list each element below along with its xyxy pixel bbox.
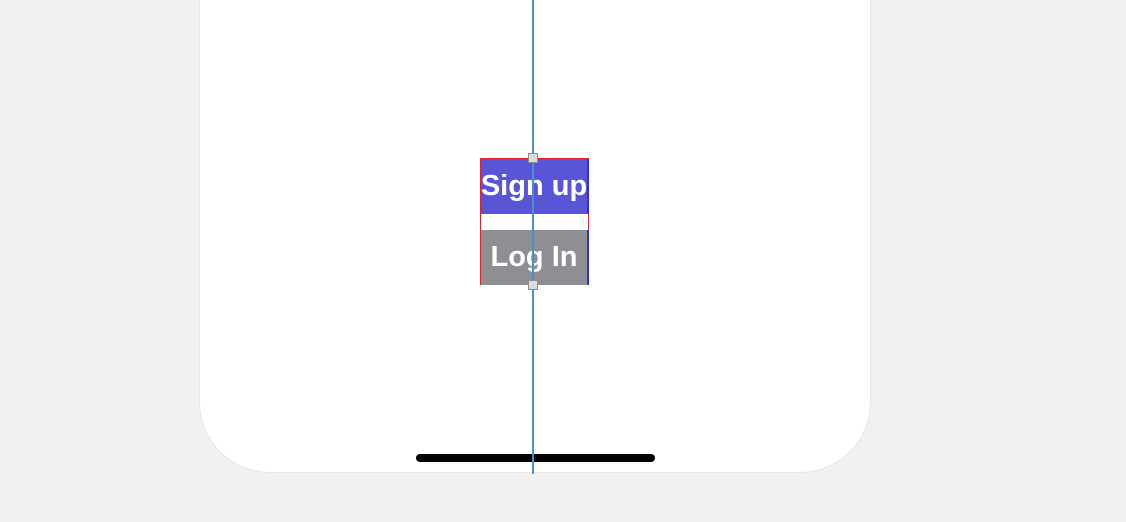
vertical-alignment-guide — [532, 0, 534, 474]
signup-button[interactable]: Sign up — [481, 159, 589, 214]
interface-builder-canvas: Sign up Log In — [0, 0, 1126, 522]
login-button[interactable]: Log In — [481, 230, 589, 285]
home-indicator — [416, 454, 655, 462]
resize-handle-bottom[interactable] — [528, 280, 538, 290]
resize-handle-top[interactable] — [528, 153, 538, 163]
button-stack-view[interactable]: Sign up Log In — [480, 158, 589, 285]
